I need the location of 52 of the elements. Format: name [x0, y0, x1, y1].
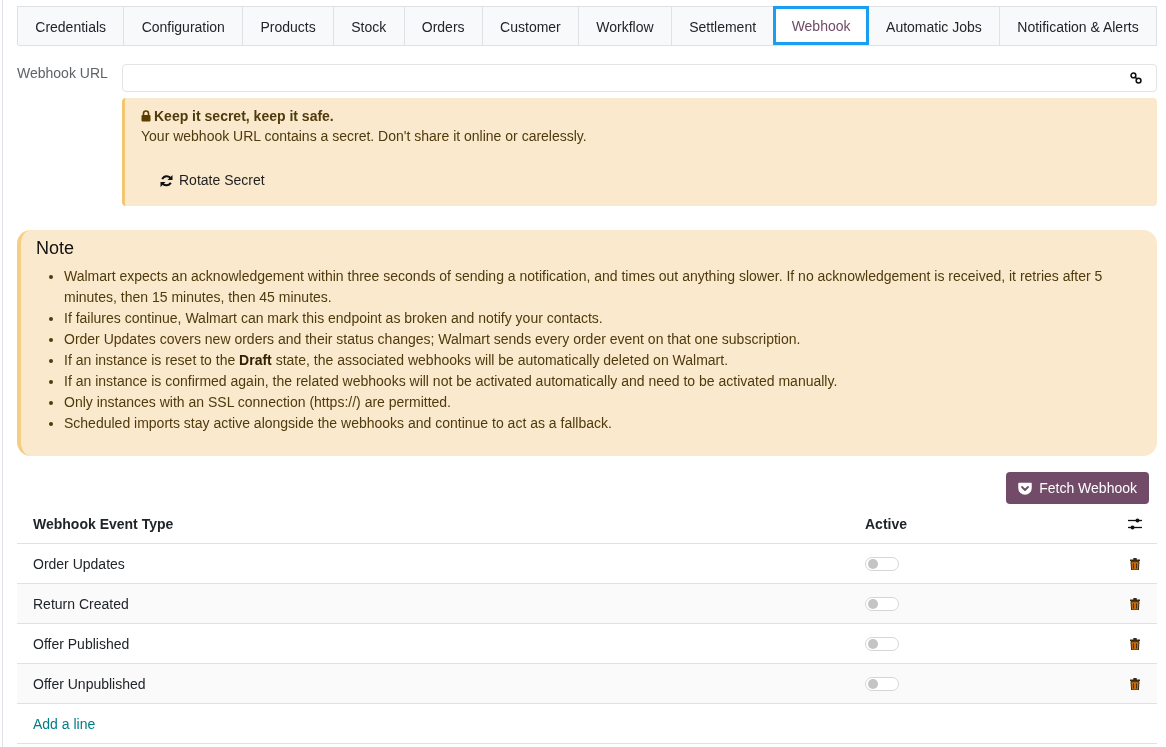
field-label: Webhook URL — [17, 64, 109, 82]
tab[interactable]: Webhook — [773, 6, 869, 45]
table-cell-text: Offer Published — [32, 635, 130, 652]
note-item: Walmart expects an acknowledgement within three seconds of sending a notification, and times out anything slower. If no acknowledgement is received, it retries after 5 minutes, then 15 minutes, then 45 minutes. — [64, 267, 1104, 307]
note-title: Note — [36, 237, 75, 260]
alert-title: Keep it secret, keep it safe. — [154, 107, 334, 126]
link-icon[interactable] — [1130, 72, 1142, 84]
trash-icon[interactable] — [1130, 597, 1140, 610]
tab[interactable]: Workflow — [578, 6, 672, 45]
fetch-webhook-button[interactable]: Fetch Webhook — [1006, 472, 1149, 504]
rotate-secret-button[interactable]: Rotate Secret — [154, 167, 271, 193]
table-cell-text: Offer Unpublished — [32, 675, 146, 692]
sliders-icon[interactable] — [1128, 516, 1142, 531]
tab[interactable]: Orders — [403, 6, 483, 45]
note-item: Order Updates covers new orders and their status changes; Walmart sends every order event on that one subscription. — [64, 330, 802, 349]
bullet-icon — [49, 317, 53, 321]
tab[interactable]: Credentials — [17, 6, 125, 45]
trash-icon[interactable] — [1130, 637, 1140, 650]
alert-text: Your webhook URL contains a secret. Don't share it online or carelessly. — [141, 127, 587, 146]
url-input-field[interactable] — [122, 64, 1157, 92]
note-item: If an instance is confirmed again, the related webhooks will not be activated automatically and need to be activated manually. — [64, 372, 839, 391]
bullet-icon — [49, 422, 53, 426]
note-item: Only instances with an SSL connection (https://) are permitted. — [64, 393, 452, 412]
toggle-switch[interactable] — [865, 636, 899, 651]
tab[interactable]: Notification & Alerts — [999, 6, 1157, 45]
tab[interactable]: Customer — [481, 6, 580, 45]
tab[interactable]: Products — [242, 6, 334, 45]
trash-icon[interactable] — [1130, 557, 1140, 570]
note-item: If an instance is reset to the Draft state, the associated webhooks will be automatically deleted on Walmart. — [64, 351, 730, 370]
toggle-switch[interactable] — [865, 676, 899, 691]
column-header: Active — [864, 515, 908, 532]
tab[interactable]: Settlement — [670, 6, 775, 45]
note-item: If failures continue, Walmart can mark this endpoint as broken and notify your contacts. — [64, 309, 604, 328]
table-cell-text: Return Created — [32, 595, 129, 612]
trash-icon[interactable] — [1130, 677, 1140, 690]
tab[interactable]: Automatic Jobs — [867, 6, 1001, 45]
lock-icon — [141, 110, 151, 122]
bullet-icon — [49, 401, 53, 405]
tab[interactable]: Configuration — [123, 6, 244, 45]
toggle-switch[interactable] — [865, 596, 899, 611]
table-cell-text: Order Updates — [32, 555, 125, 572]
toggle-switch[interactable] — [865, 556, 899, 571]
column-header: Webhook Event Type — [32, 515, 174, 532]
add-line-link[interactable]: Add a line — [33, 715, 96, 732]
bullet-icon — [49, 275, 53, 279]
chevron-badge-icon — [1018, 481, 1033, 495]
bullet-icon — [49, 359, 53, 363]
tab[interactable]: Stock — [332, 6, 405, 45]
bullet-icon — [49, 338, 53, 342]
refresh-icon — [160, 173, 173, 187]
note-item: Scheduled imports stay active alongside the webhooks and continue to act as a fallback. — [64, 414, 613, 433]
bullet-icon — [49, 380, 53, 384]
